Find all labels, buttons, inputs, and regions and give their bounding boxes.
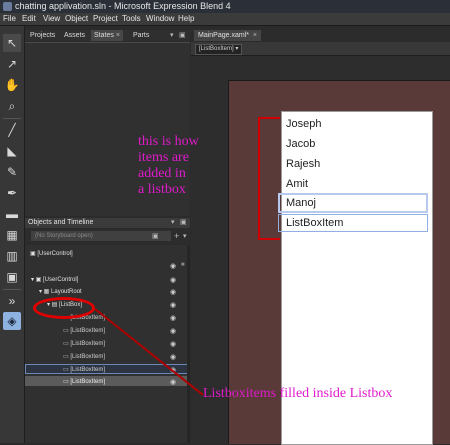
annotation-arrow-line [94, 308, 204, 396]
annotation-tree-note: Listboxitems filled inside Listbox [203, 386, 393, 401]
annotation-connector [94, 308, 204, 396]
